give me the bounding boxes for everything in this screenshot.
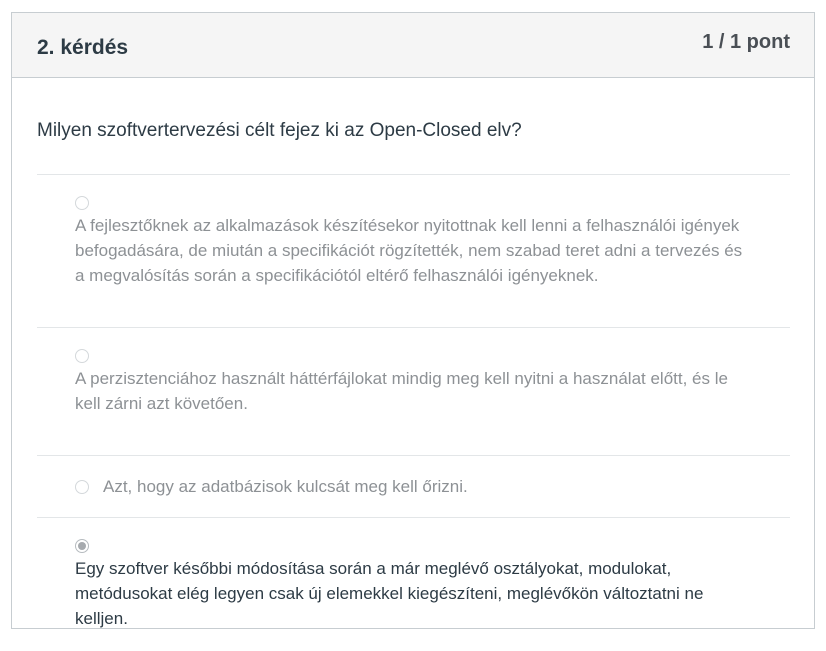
question-title: 2. kérdés — [37, 36, 129, 59]
answer-option-2[interactable]: A perzisztenciához használt háttérfájlok… — [37, 349, 790, 456]
answer-option-4[interactable]: Egy szoftver későbbi módosítása során a … — [37, 539, 790, 651]
answer-option-3[interactable]: Azt, hogy az adatbázisok kulcsát meg kel… — [37, 456, 790, 518]
question-body: Milyen szoftvertervezési célt fejez ki a… — [12, 78, 814, 651]
answer-text-1: A fejlesztőknek az alkalmazások készítés… — [75, 216, 743, 285]
answer-radio-1[interactable] — [75, 196, 89, 210]
answer-option-1[interactable]: A fejlesztőknek az alkalmazások készítés… — [37, 196, 790, 328]
answer-text-4: Egy szoftver későbbi módosítása során a … — [75, 559, 704, 628]
question-header: 2. kérdés 1 / 1 pont — [12, 13, 814, 78]
answer-radio-4[interactable] — [75, 539, 89, 553]
question-text: Milyen szoftvertervezési célt fejez ki a… — [37, 78, 790, 175]
question-card: 2. kérdés 1 / 1 pont Milyen szoftverterv… — [11, 12, 815, 629]
question-points: 1 / 1 pont — [702, 31, 790, 53]
answer-radio-2[interactable] — [75, 349, 89, 363]
answer-text-3: Azt, hogy az adatbázisok kulcsát meg kel… — [103, 477, 468, 496]
answer-radio-3[interactable] — [75, 479, 89, 494]
answer-text-2: A perzisztenciához használt háttérfájlok… — [75, 369, 728, 413]
